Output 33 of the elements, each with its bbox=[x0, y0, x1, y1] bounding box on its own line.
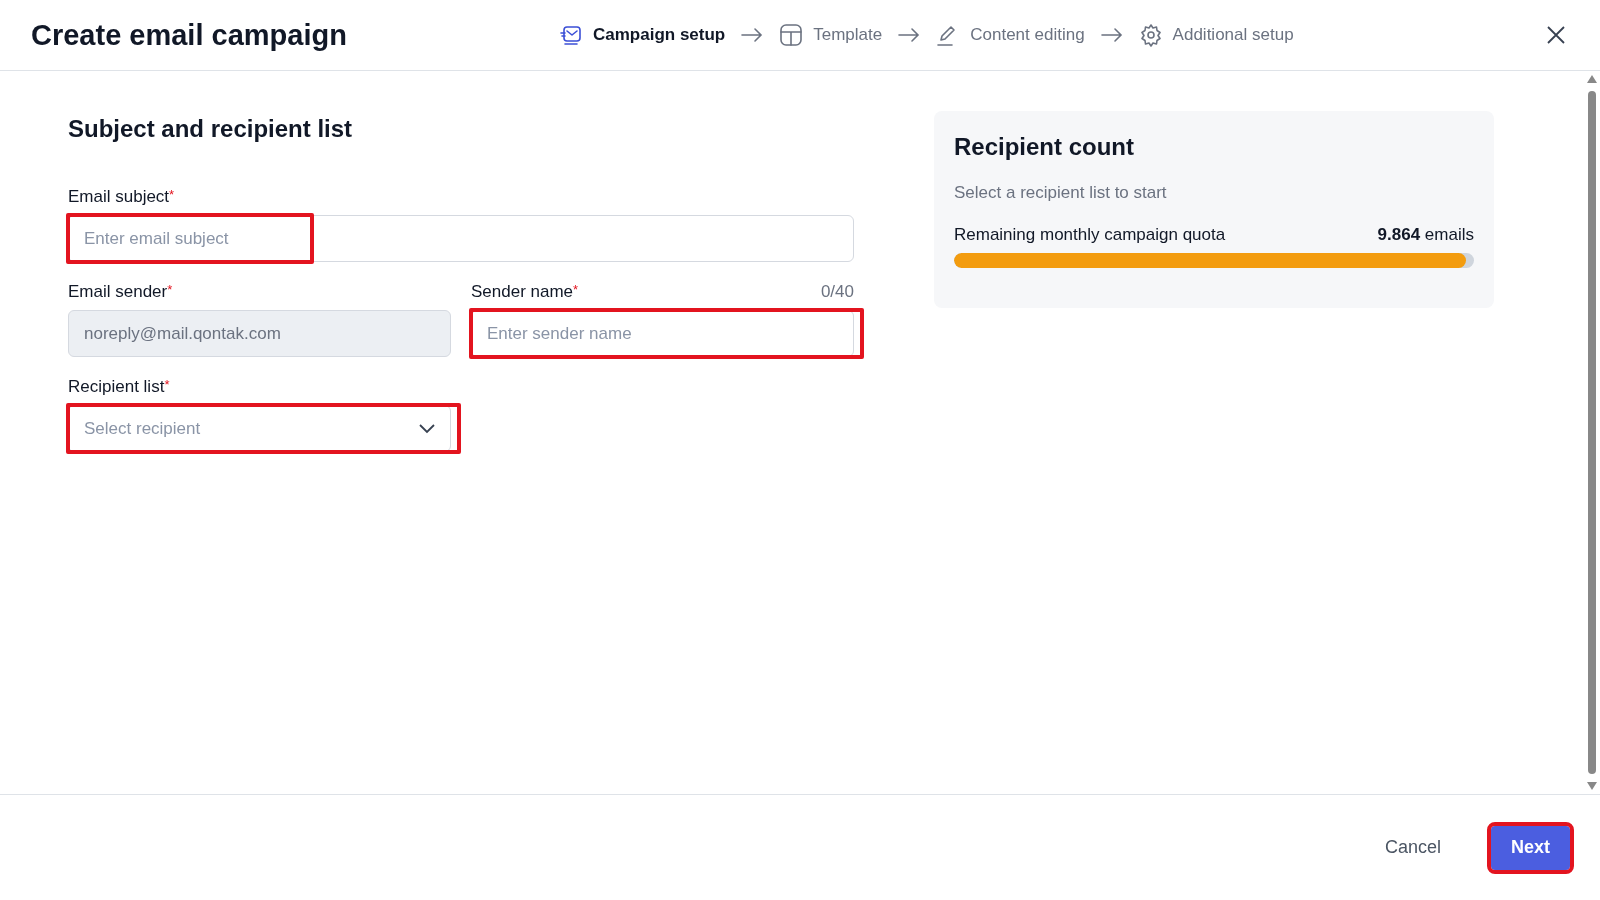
step-label: Content editing bbox=[970, 25, 1085, 45]
quota-value: 9.864 emails bbox=[1377, 225, 1474, 245]
layout-icon bbox=[779, 23, 804, 47]
step-tab[interactable]: Additional setup bbox=[1138, 23, 1294, 47]
arrow-icon bbox=[898, 27, 921, 43]
scroll-up-icon[interactable] bbox=[1587, 75, 1597, 83]
text-input-field[interactable]: Enter sender name bbox=[471, 310, 854, 357]
character-counter: 0/40 bbox=[820, 282, 854, 302]
text-input-field[interactable]: Enter email subject bbox=[68, 215, 854, 262]
step-label: Template bbox=[813, 25, 883, 45]
card-title: Recipient count bbox=[954, 133, 1135, 161]
step-tab[interactable]: Content editing bbox=[936, 23, 1085, 47]
step-tab[interactable]: Template bbox=[779, 23, 883, 47]
step-label: Campaign setup bbox=[593, 25, 726, 45]
cancel-button[interactable]: Cancel bbox=[1364, 825, 1461, 870]
chevron-down-icon bbox=[419, 423, 435, 434]
step-tab[interactable]: Campaign setup bbox=[559, 23, 726, 47]
scrollbar-thumb[interactable] bbox=[1588, 91, 1596, 774]
envelope-icon bbox=[559, 23, 583, 47]
scroll-down-icon[interactable] bbox=[1587, 782, 1597, 790]
field-label: Sender name* bbox=[471, 282, 579, 302]
field-label: Recipient list* bbox=[68, 377, 170, 397]
arrow-icon bbox=[741, 27, 764, 43]
field-label: Email sender* bbox=[68, 282, 173, 302]
arrow-icon bbox=[1100, 27, 1123, 43]
section-heading: Subject and recipient list bbox=[68, 114, 354, 143]
step-label: Additional setup bbox=[1172, 25, 1294, 45]
gear-icon bbox=[1138, 23, 1163, 47]
quota-label: Remaining monthly campaign quota bbox=[954, 225, 1226, 245]
hint-text: Select a recipient list to start bbox=[954, 183, 1168, 203]
field-label: Email subject* bbox=[68, 187, 175, 207]
close-icon bbox=[1546, 25, 1566, 45]
page-title: Create email campaign bbox=[31, 18, 348, 52]
